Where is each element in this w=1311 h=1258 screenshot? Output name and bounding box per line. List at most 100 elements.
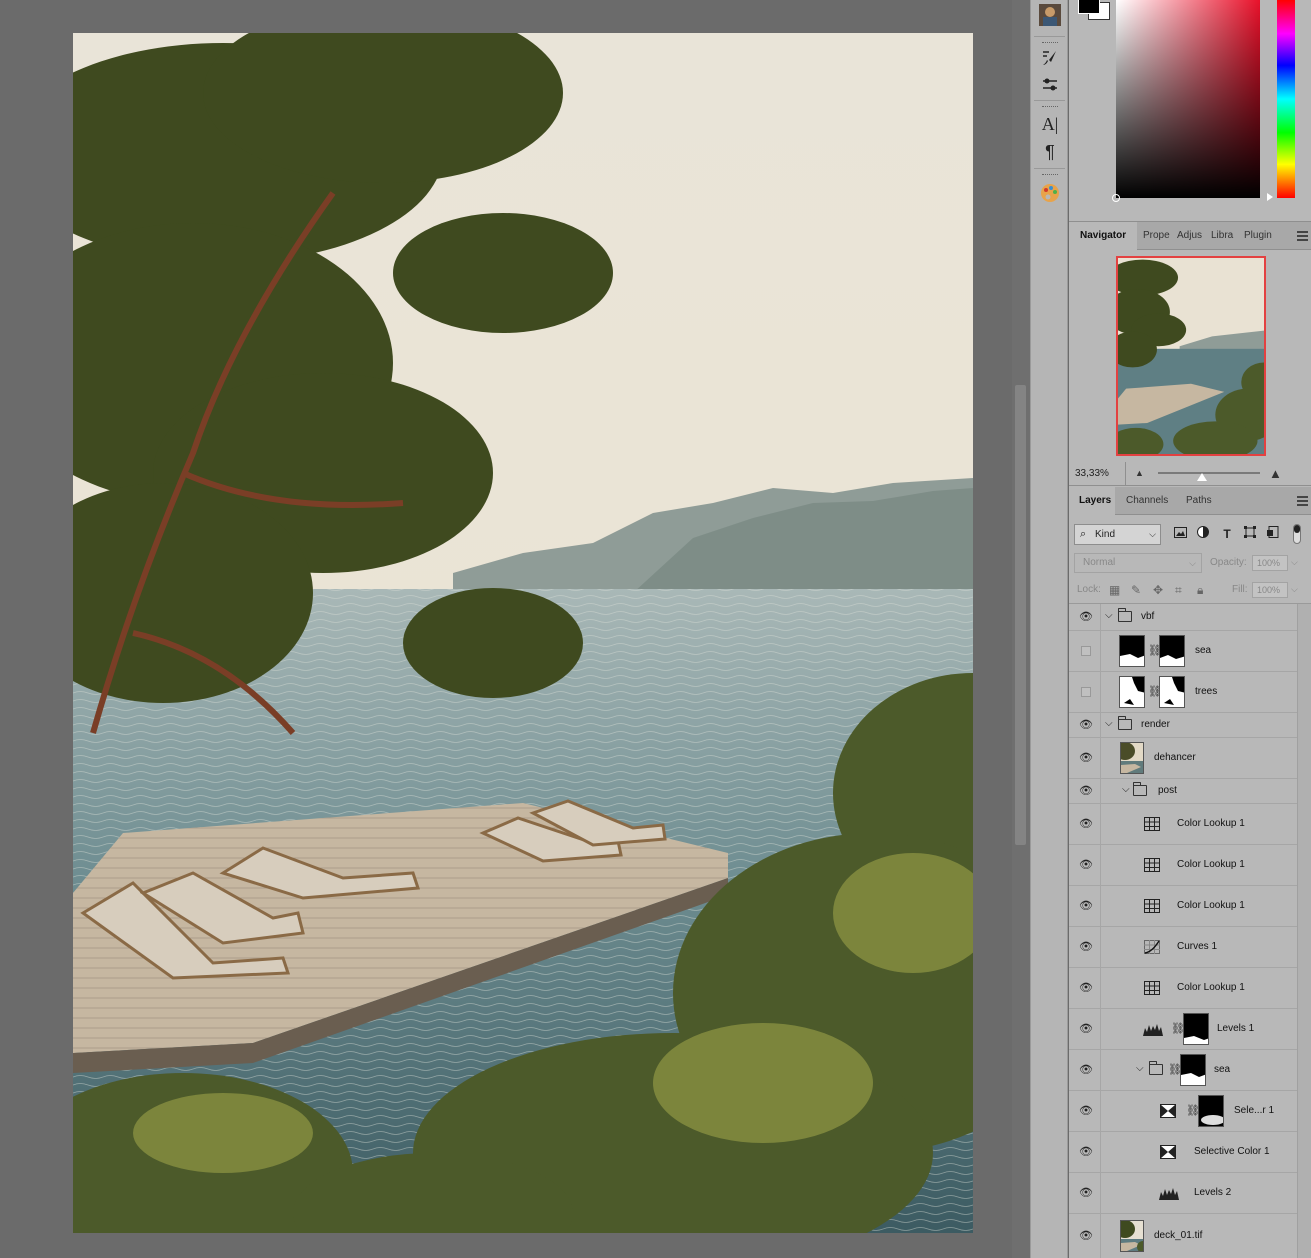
layer-row[interactable]: 👁︎ Color Lookup 1 xyxy=(1069,886,1297,927)
fill-value[interactable]: 100% xyxy=(1252,582,1288,598)
pixel-filter-icon[interactable] xyxy=(1172,526,1188,542)
paragraph-icon[interactable]: ¶ xyxy=(1038,140,1062,164)
color-panel xyxy=(1069,0,1311,222)
zoom-slider-track[interactable] xyxy=(1158,472,1260,474)
layer-list[interactable]: 👁︎ ⌵ vbf ⛓︎ sea ⛓︎ trees 👁︎ ⌵ render 👁︎ … xyxy=(1069,604,1297,1258)
zoom-out-mountain-icon[interactable]: ▲ xyxy=(1135,468,1144,478)
layers-scrollbar[interactable] xyxy=(1297,604,1311,1258)
visibility-toggle[interactable]: 👁︎ xyxy=(1069,1009,1101,1049)
canvas-vertical-scrollbar[interactable] xyxy=(1012,0,1030,1258)
hue-slider[interactable] xyxy=(1277,0,1295,198)
layer-mask-thumbnail xyxy=(1159,635,1185,667)
layer-row[interactable]: ⛓︎ trees xyxy=(1069,672,1297,713)
visibility-toggle[interactable] xyxy=(1069,672,1101,712)
visibility-toggle[interactable] xyxy=(1069,631,1101,671)
tab-properties[interactable]: Prope xyxy=(1138,222,1170,250)
zoom-in-mountain-icon[interactable]: ▲ xyxy=(1269,466,1282,481)
tab-adjustments[interactable]: Adjus xyxy=(1172,222,1205,250)
zoom-slider-knob[interactable] xyxy=(1197,473,1207,481)
chevron-down-icon[interactable]: ⌵ xyxy=(1291,557,1298,568)
folder-icon xyxy=(1149,1061,1163,1075)
shape-filter-icon[interactable] xyxy=(1242,526,1258,542)
panel-menu-icon[interactable] xyxy=(1297,231,1308,241)
layer-row[interactable]: 👁︎ ⌵ ⛓︎ sea xyxy=(1069,1050,1297,1091)
blend-mode-select[interactable]: Normal ⌵ xyxy=(1074,553,1202,573)
blend-mode-value: Normal xyxy=(1083,557,1116,568)
visibility-toggle[interactable]: 👁︎ xyxy=(1069,927,1101,967)
lock-transparent-icon[interactable]: ▦ xyxy=(1109,583,1120,597)
tab-paths[interactable]: Paths xyxy=(1179,487,1219,515)
scrollbar-thumb[interactable] xyxy=(1015,385,1026,845)
smart-object-filter-icon[interactable] xyxy=(1265,526,1281,542)
lock-all-icon[interactable]: 🔒︎ xyxy=(1197,583,1203,598)
character-icon[interactable]: A| xyxy=(1038,112,1062,136)
visibility-toggle[interactable]: 👁︎ xyxy=(1069,604,1101,630)
color-palette-icon[interactable] xyxy=(1038,181,1062,205)
panel-icon-strip: A| ¶ xyxy=(1030,0,1068,1258)
visibility-toggle[interactable]: 👁︎ xyxy=(1069,804,1101,844)
zoom-value[interactable]: 33,33% xyxy=(1069,462,1126,486)
visibility-toggle[interactable]: 👁︎ xyxy=(1069,779,1101,803)
tool-grip[interactable] xyxy=(1042,106,1058,108)
color-field-marker[interactable] xyxy=(1112,194,1120,202)
panel-menu-icon[interactable] xyxy=(1297,496,1308,506)
type-filter-icon[interactable]: T xyxy=(1219,526,1235,542)
tool-grip[interactable] xyxy=(1042,174,1058,176)
document-canvas[interactable] xyxy=(73,33,973,1233)
chevron-down-icon[interactable]: ⌵ xyxy=(1136,1063,1144,1074)
visibility-toggle[interactable]: 👁︎ xyxy=(1069,713,1101,737)
lock-artboard-icon[interactable]: ⌗ xyxy=(1175,583,1182,598)
tab-navigator[interactable]: Navigator xyxy=(1069,222,1137,250)
layer-row[interactable]: 👁︎ dehancer xyxy=(1069,738,1297,779)
tab-layers[interactable]: Layers xyxy=(1069,487,1115,515)
clone-source-icon[interactable] xyxy=(1038,73,1062,97)
lock-position-icon[interactable]: ✥ xyxy=(1153,583,1163,597)
layer-row[interactable]: 👁︎ Levels 2 xyxy=(1069,1173,1297,1214)
visibility-toggle[interactable]: 👁︎ xyxy=(1069,886,1101,926)
portrait-icon[interactable] xyxy=(1038,3,1062,27)
tool-grip[interactable] xyxy=(1042,42,1058,44)
hue-slider-arrow[interactable] xyxy=(1267,193,1273,201)
color-field[interactable] xyxy=(1112,0,1260,202)
visibility-toggle[interactable]: 👁︎ xyxy=(1069,1214,1101,1258)
chevron-down-icon[interactable]: ⌵ xyxy=(1122,784,1130,795)
filter-kind-select[interactable]: ⌕ Kind ⌵ xyxy=(1074,524,1161,545)
layer-row[interactable]: 👁︎ Curves 1 xyxy=(1069,927,1297,968)
layer-row[interactable]: 👁︎ ⛓︎ Levels 1 xyxy=(1069,1009,1297,1050)
selective-color-icon xyxy=(1160,1104,1176,1118)
layer-row[interactable]: 👁︎ ⌵ vbf xyxy=(1069,604,1297,631)
layer-row[interactable]: 👁︎ Selective Color 1 xyxy=(1069,1132,1297,1173)
visibility-toggle[interactable]: 👁︎ xyxy=(1069,845,1101,885)
layer-row[interactable]: 👁︎ ⛓︎ Sele...r 1 xyxy=(1069,1091,1297,1132)
layers-tab-row: Layers Channels Paths xyxy=(1069,487,1311,515)
layer-thumbnail xyxy=(1119,676,1145,708)
chevron-down-icon[interactable]: ⌵ xyxy=(1105,718,1113,729)
layer-row[interactable]: 👁︎ ⌵ post xyxy=(1069,779,1297,804)
canvas-area[interactable] xyxy=(0,0,1012,1258)
lock-image-icon[interactable]: ✎ xyxy=(1131,583,1141,597)
layer-row[interactable]: 👁︎ Color Lookup 1 xyxy=(1069,968,1297,1009)
layer-row[interactable]: ⛓︎ sea xyxy=(1069,631,1297,672)
visibility-toggle[interactable]: 👁︎ xyxy=(1069,1132,1101,1172)
opacity-value[interactable]: 100% xyxy=(1252,555,1288,571)
filter-toggle[interactable] xyxy=(1293,524,1301,544)
visibility-toggle[interactable]: 👁︎ xyxy=(1069,1173,1101,1213)
adjustment-filter-icon[interactable] xyxy=(1195,526,1211,542)
foreground-color-swatch[interactable] xyxy=(1078,0,1100,14)
brush-settings-icon[interactable] xyxy=(1038,46,1062,70)
navigator-thumbnail[interactable] xyxy=(1116,256,1266,456)
tab-libraries[interactable]: Libra xyxy=(1206,222,1238,250)
tab-channels[interactable]: Channels xyxy=(1119,487,1175,515)
tab-plugins[interactable]: Plugin xyxy=(1239,222,1281,250)
layer-row[interactable]: 👁︎ deck_01.tif xyxy=(1069,1214,1297,1258)
chevron-down-icon[interactable]: ⌵ xyxy=(1105,610,1113,621)
layer-row[interactable]: 👁︎ Color Lookup 1 xyxy=(1069,804,1297,845)
chevron-down-icon[interactable]: ⌵ xyxy=(1291,584,1298,595)
layer-row[interactable]: 👁︎ Color Lookup 1 xyxy=(1069,845,1297,886)
layer-name: vbf xyxy=(1141,611,1155,622)
visibility-toggle[interactable]: 👁︎ xyxy=(1069,1050,1101,1090)
visibility-toggle[interactable]: 👁︎ xyxy=(1069,968,1101,1008)
visibility-toggle[interactable]: 👁︎ xyxy=(1069,1091,1101,1131)
layer-row[interactable]: 👁︎ ⌵ render xyxy=(1069,713,1297,738)
visibility-toggle[interactable]: 👁︎ xyxy=(1069,738,1101,778)
